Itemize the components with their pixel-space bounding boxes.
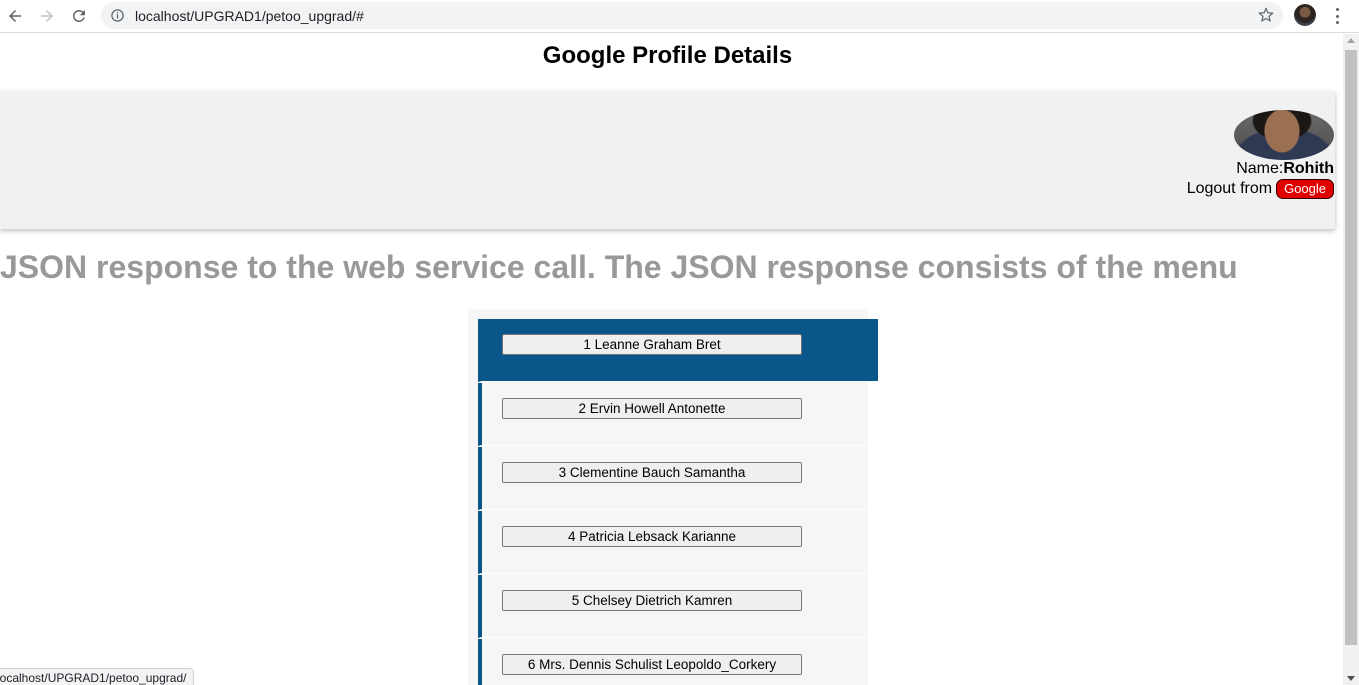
menu-item: 2 Ervin Howell Antonette — [478, 383, 868, 446]
scroll-down-icon[interactable] — [1347, 676, 1355, 681]
menu-item: 4 Patricia Lebsack Karianne — [478, 511, 868, 574]
menu-kebab-icon[interactable] — [1330, 6, 1344, 26]
menu-item: 3 Clementine Bauch Samantha — [478, 447, 868, 510]
menu-item: 1 Leanne Graham Bret — [478, 319, 878, 382]
logout-label: Logout from — [1186, 180, 1273, 197]
page-viewport: Google Profile Details Name:Rohith Logou… — [0, 34, 1343, 685]
info-icon[interactable] — [110, 8, 125, 23]
vertical-scrollbar[interactable] — [1343, 34, 1359, 685]
section-heading: JSON response to the web service call. T… — [0, 249, 1238, 285]
user-menu: 1 Leanne Graham Bret 2 Ervin Howell Anto… — [468, 309, 878, 685]
arrow-left-icon — [9, 10, 21, 22]
url-text: localhost/UPGRAD1/petoo_upgrad/# — [135, 8, 364, 24]
scroll-up-icon[interactable] — [1347, 38, 1355, 43]
name-label: Name: — [1236, 160, 1284, 177]
back-button[interactable] — [3, 4, 27, 28]
menu-item-button[interactable]: 2 Ervin Howell Antonette — [502, 398, 802, 419]
name-value: Rohith — [1283, 160, 1334, 177]
menu-item: 6 Mrs. Dennis Schulist Leopoldo_Corkery — [478, 639, 868, 685]
browser-toolbar: localhost/UPGRAD1/petoo_upgrad/# — [0, 0, 1359, 33]
address-bar[interactable]: localhost/UPGRAD1/petoo_upgrad/# — [101, 2, 1283, 29]
profile-panel: Name:Rohith Logout from Google — [0, 91, 1335, 229]
arrow-right-icon — [41, 10, 53, 22]
star-icon[interactable] — [1258, 7, 1274, 23]
logout-line: Logout from Google — [1187, 179, 1334, 199]
reload-icon — [72, 9, 85, 22]
scrollbar-thumb[interactable] — [1345, 50, 1357, 645]
profile-name: Name:Rohith — [1236, 160, 1334, 178]
menu-item: 5 Chelsey Dietrich Kamren — [478, 575, 868, 638]
menu-item-button[interactable]: 4 Patricia Lebsack Karianne — [502, 526, 802, 547]
menu-item-button[interactable]: 3 Clementine Bauch Samantha — [502, 462, 802, 483]
status-bar: localhost/UPGRAD1/petoo_upgrad/ — [0, 668, 195, 685]
menu-item-button[interactable]: 5 Chelsey Dietrich Kamren — [502, 590, 802, 611]
page-title: Google Profile Details — [542, 42, 793, 69]
google-logout-button[interactable]: Google — [1276, 179, 1334, 199]
menu-item-button[interactable]: 6 Mrs. Dennis Schulist Leopoldo_Corkery — [502, 654, 802, 675]
menu-item-button[interactable]: 1 Leanne Graham Bret — [502, 334, 802, 355]
profile-photo — [1234, 110, 1334, 160]
profile-avatar-icon[interactable] — [1294, 4, 1316, 26]
reload-button[interactable] — [67, 4, 91, 28]
forward-button[interactable] — [35, 4, 59, 28]
